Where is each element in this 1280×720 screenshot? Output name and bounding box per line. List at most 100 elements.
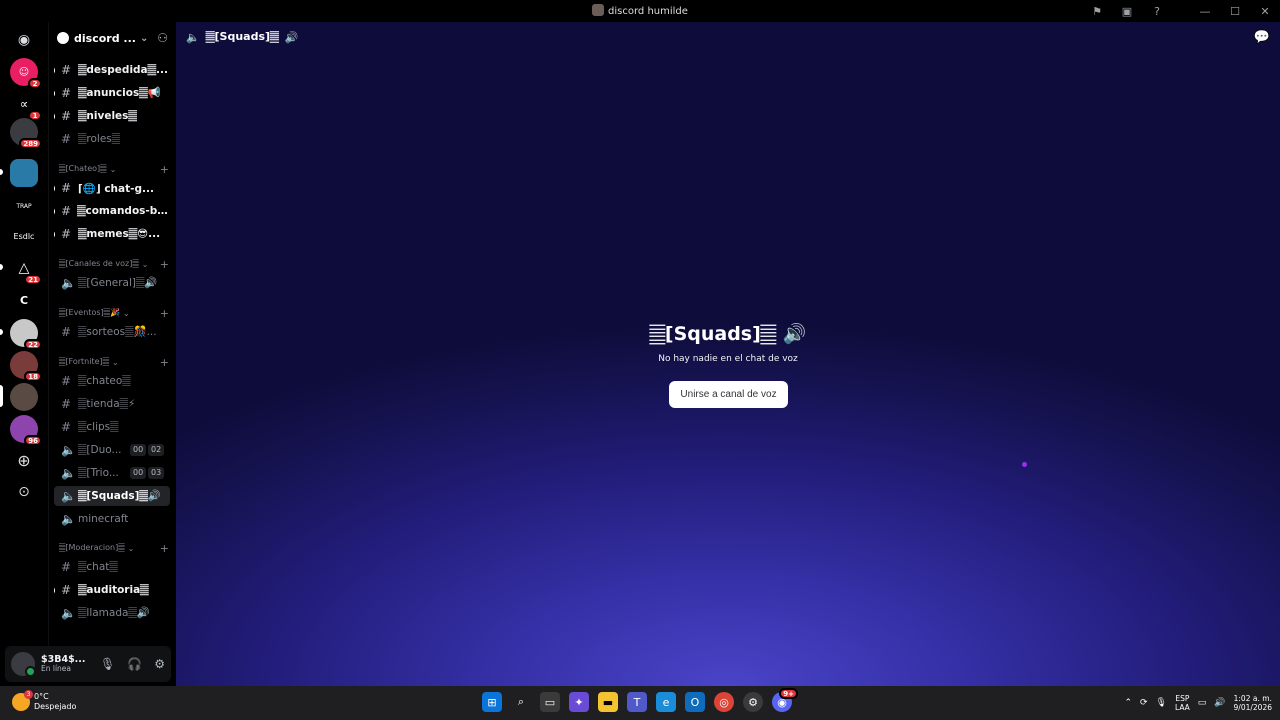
- language-indicator[interactable]: ESP LAA: [1175, 694, 1190, 713]
- title-bar-controls: ⚑ ▣ ? — ☐ ✕: [1082, 0, 1280, 22]
- hash-icon: #: [61, 132, 72, 146]
- voice-channel-general[interactable]: 🔈 𝄛[General]𝄛🔊: [54, 273, 170, 293]
- weather-widget[interactable]: 3 0°C Despejado: [12, 689, 76, 711]
- server-trap[interactable]: TRAP: [10, 192, 38, 220]
- channel-despedida[interactable]: # 𝄛despedida𝄛...: [54, 60, 170, 80]
- server-pill: [0, 264, 3, 270]
- discover-icon[interactable]: ⊙: [10, 478, 38, 506]
- avatar[interactable]: [11, 652, 36, 677]
- hash-icon: #: [61, 109, 72, 123]
- voice-title-wrap: 𝄛[Squads]𝄛 🔊: [176, 322, 1280, 345]
- add-channel-icon[interactable]: +: [160, 356, 169, 369]
- voice-channel-minecraft[interactable]: 🔈 minecraft: [54, 509, 170, 529]
- category-fortnite[interactable]: 𝄛[Fortnite]𝄛 ⌄ +: [59, 355, 169, 369]
- server-dm-3[interactable]: 289: [10, 118, 42, 149]
- server-delta[interactable]: △ 21: [10, 254, 42, 285]
- inbox-icon[interactable]: ⚑: [1082, 0, 1112, 22]
- channel-chat[interactable]: # 𝄛chat𝄛: [54, 557, 170, 577]
- user-panel: $3B4$... En línea 🎙 🎧 ⚙: [5, 646, 171, 682]
- window-title: discord humilde: [608, 6, 688, 17]
- channel-chateo[interactable]: # 𝄛chateo𝄛: [54, 371, 170, 391]
- volume-icon[interactable]: 🔊: [1214, 698, 1225, 708]
- guild-header[interactable]: discord ... ⌄ ⚇: [49, 22, 176, 54]
- headphones-icon[interactable]: 🎧: [127, 657, 142, 671]
- display-icon[interactable]: ▭: [1198, 698, 1207, 708]
- minimize-button[interactable]: —: [1190, 0, 1220, 22]
- voice-channel-duo[interactable]: 🔈 𝄛[Duo... 00 02: [54, 440, 170, 460]
- search-icon[interactable]: ⌕: [511, 692, 531, 712]
- join-voice-button[interactable]: Unirse a canal de voz: [669, 381, 788, 408]
- channel-clips[interactable]: # 𝄛clips𝄛: [54, 417, 170, 437]
- server-c[interactable]: C: [10, 286, 38, 314]
- discord-badge: 9+: [779, 688, 798, 699]
- copilot-icon[interactable]: ✦: [569, 692, 589, 712]
- microphone-icon[interactable]: 🎙: [1156, 698, 1167, 708]
- voice-title: 𝄛[Squads]𝄛: [649, 323, 776, 345]
- category-eventos[interactable]: 𝄛[Eventos]𝄛🎉 ⌄ +: [59, 306, 169, 320]
- channel-comandos[interactable]: # 𝄛comandos-bo...: [54, 201, 170, 221]
- chrome-icon[interactable]: ◎: [714, 692, 734, 712]
- add-server-icon[interactable]: ⊕: [10, 446, 38, 474]
- discord-taskbar-icon[interactable]: ◉ 9+: [772, 688, 798, 712]
- sync-icon[interactable]: ⟳: [1140, 698, 1148, 708]
- server-dm-1[interactable]: ☺ 2: [10, 58, 42, 89]
- server-f[interactable]: 96: [10, 415, 42, 446]
- clock[interactable]: 1:02 a. m. 9/01/2026: [1234, 694, 1272, 713]
- outlook-icon[interactable]: O: [685, 692, 705, 712]
- add-member-icon[interactable]: ⚇: [157, 31, 168, 45]
- system-tray: ⌃ ⟳ 🎙 ESP LAA ▭ 🔊 1:02 a. m. 9/01/2026: [1124, 686, 1272, 720]
- channel-header-title: 𝄛[Squads]𝄛: [205, 30, 279, 43]
- server-b[interactable]: 22: [10, 319, 42, 350]
- server-pill: [0, 329, 3, 335]
- hash-icon: #: [61, 420, 72, 434]
- guild-icon: [57, 32, 69, 44]
- add-channel-icon[interactable]: +: [160, 258, 169, 271]
- unread-badge: 18: [24, 371, 42, 382]
- add-channel-icon[interactable]: +: [160, 542, 169, 555]
- server-pill: [0, 169, 3, 175]
- gear-icon[interactable]: ⚙: [154, 657, 165, 671]
- server-d[interactable]: 18: [10, 351, 42, 382]
- speaker-icon: 🔈: [61, 489, 76, 503]
- channel-roles[interactable]: # 𝄛roles𝄛: [54, 129, 170, 149]
- channel-memes[interactable]: # 𝄛memes𝄛😎...: [54, 224, 170, 244]
- teams-icon[interactable]: T: [627, 692, 647, 712]
- chat-bubble-icon[interactable]: 💬: [1254, 30, 1270, 45]
- user-limit: 02: [148, 444, 165, 456]
- file-explorer-icon[interactable]: ▬: [598, 692, 618, 712]
- guild-name: discord ...: [74, 31, 136, 45]
- user-names[interactable]: $3B4$... En línea: [41, 654, 86, 674]
- server-esdlc[interactable]: Esdlc: [10, 222, 38, 250]
- edge-icon[interactable]: e: [656, 692, 676, 712]
- category-moderacion[interactable]: 𝄛[Moderacion]𝄛 ⌄ +: [59, 541, 169, 555]
- add-channel-icon[interactable]: +: [160, 307, 169, 320]
- maximize-button[interactable]: ☐: [1220, 0, 1250, 22]
- screen-icon[interactable]: ▣: [1112, 0, 1142, 22]
- channel-chat-general[interactable]: # ⌈🌐⌋ chat-g...: [54, 178, 170, 198]
- channel-tienda[interactable]: # 𝄛tienda𝄛⚡: [54, 394, 170, 414]
- server-e[interactable]: [10, 383, 38, 411]
- channel-auditoria[interactable]: # 𝄛auditoria𝄛: [54, 580, 170, 600]
- voice-channel-trio[interactable]: 🔈 𝄛[Trio... 00 03: [54, 463, 170, 483]
- channel-niveles[interactable]: # 𝄛niveles𝄛: [54, 106, 170, 126]
- channel-anuncios[interactable]: # 𝄛anuncios𝄛📢: [54, 83, 170, 103]
- voice-channel-squads[interactable]: 🔈 𝄛[Squads]𝄛🔊: [54, 486, 170, 506]
- chevron-up-icon[interactable]: ⌃: [1124, 698, 1132, 708]
- help-icon[interactable]: ?: [1142, 0, 1172, 22]
- app-avatar-icon: [592, 4, 605, 16]
- add-channel-icon[interactable]: +: [160, 163, 169, 176]
- voice-channel-llamada[interactable]: 🔈 𝄛llamada𝄛🔊: [54, 603, 170, 623]
- category-voz[interactable]: 𝄛[Canales de voz]𝄛 ⌄ +: [59, 257, 169, 271]
- microphone-icon[interactable]: 🎙: [100, 657, 115, 671]
- server-dm-2[interactable]: ∝ 1: [10, 90, 42, 121]
- speaker-icon: 🔊: [782, 323, 807, 345]
- server-a[interactable]: [10, 159, 38, 187]
- discord-home-icon[interactable]: ◉: [10, 26, 38, 54]
- hash-icon: #: [61, 397, 72, 411]
- windows-start-icon[interactable]: ⊞: [482, 692, 502, 712]
- category-chateo[interactable]: 𝄛[Chateo]𝄛 ⌄ +: [59, 162, 169, 176]
- channel-sorteos[interactable]: # 𝄛sorteos𝄛🎊...: [54, 322, 170, 342]
- task-view-icon[interactable]: ▭: [540, 692, 560, 712]
- close-button[interactable]: ✕: [1250, 0, 1280, 22]
- steam-icon[interactable]: ⚙: [743, 692, 763, 712]
